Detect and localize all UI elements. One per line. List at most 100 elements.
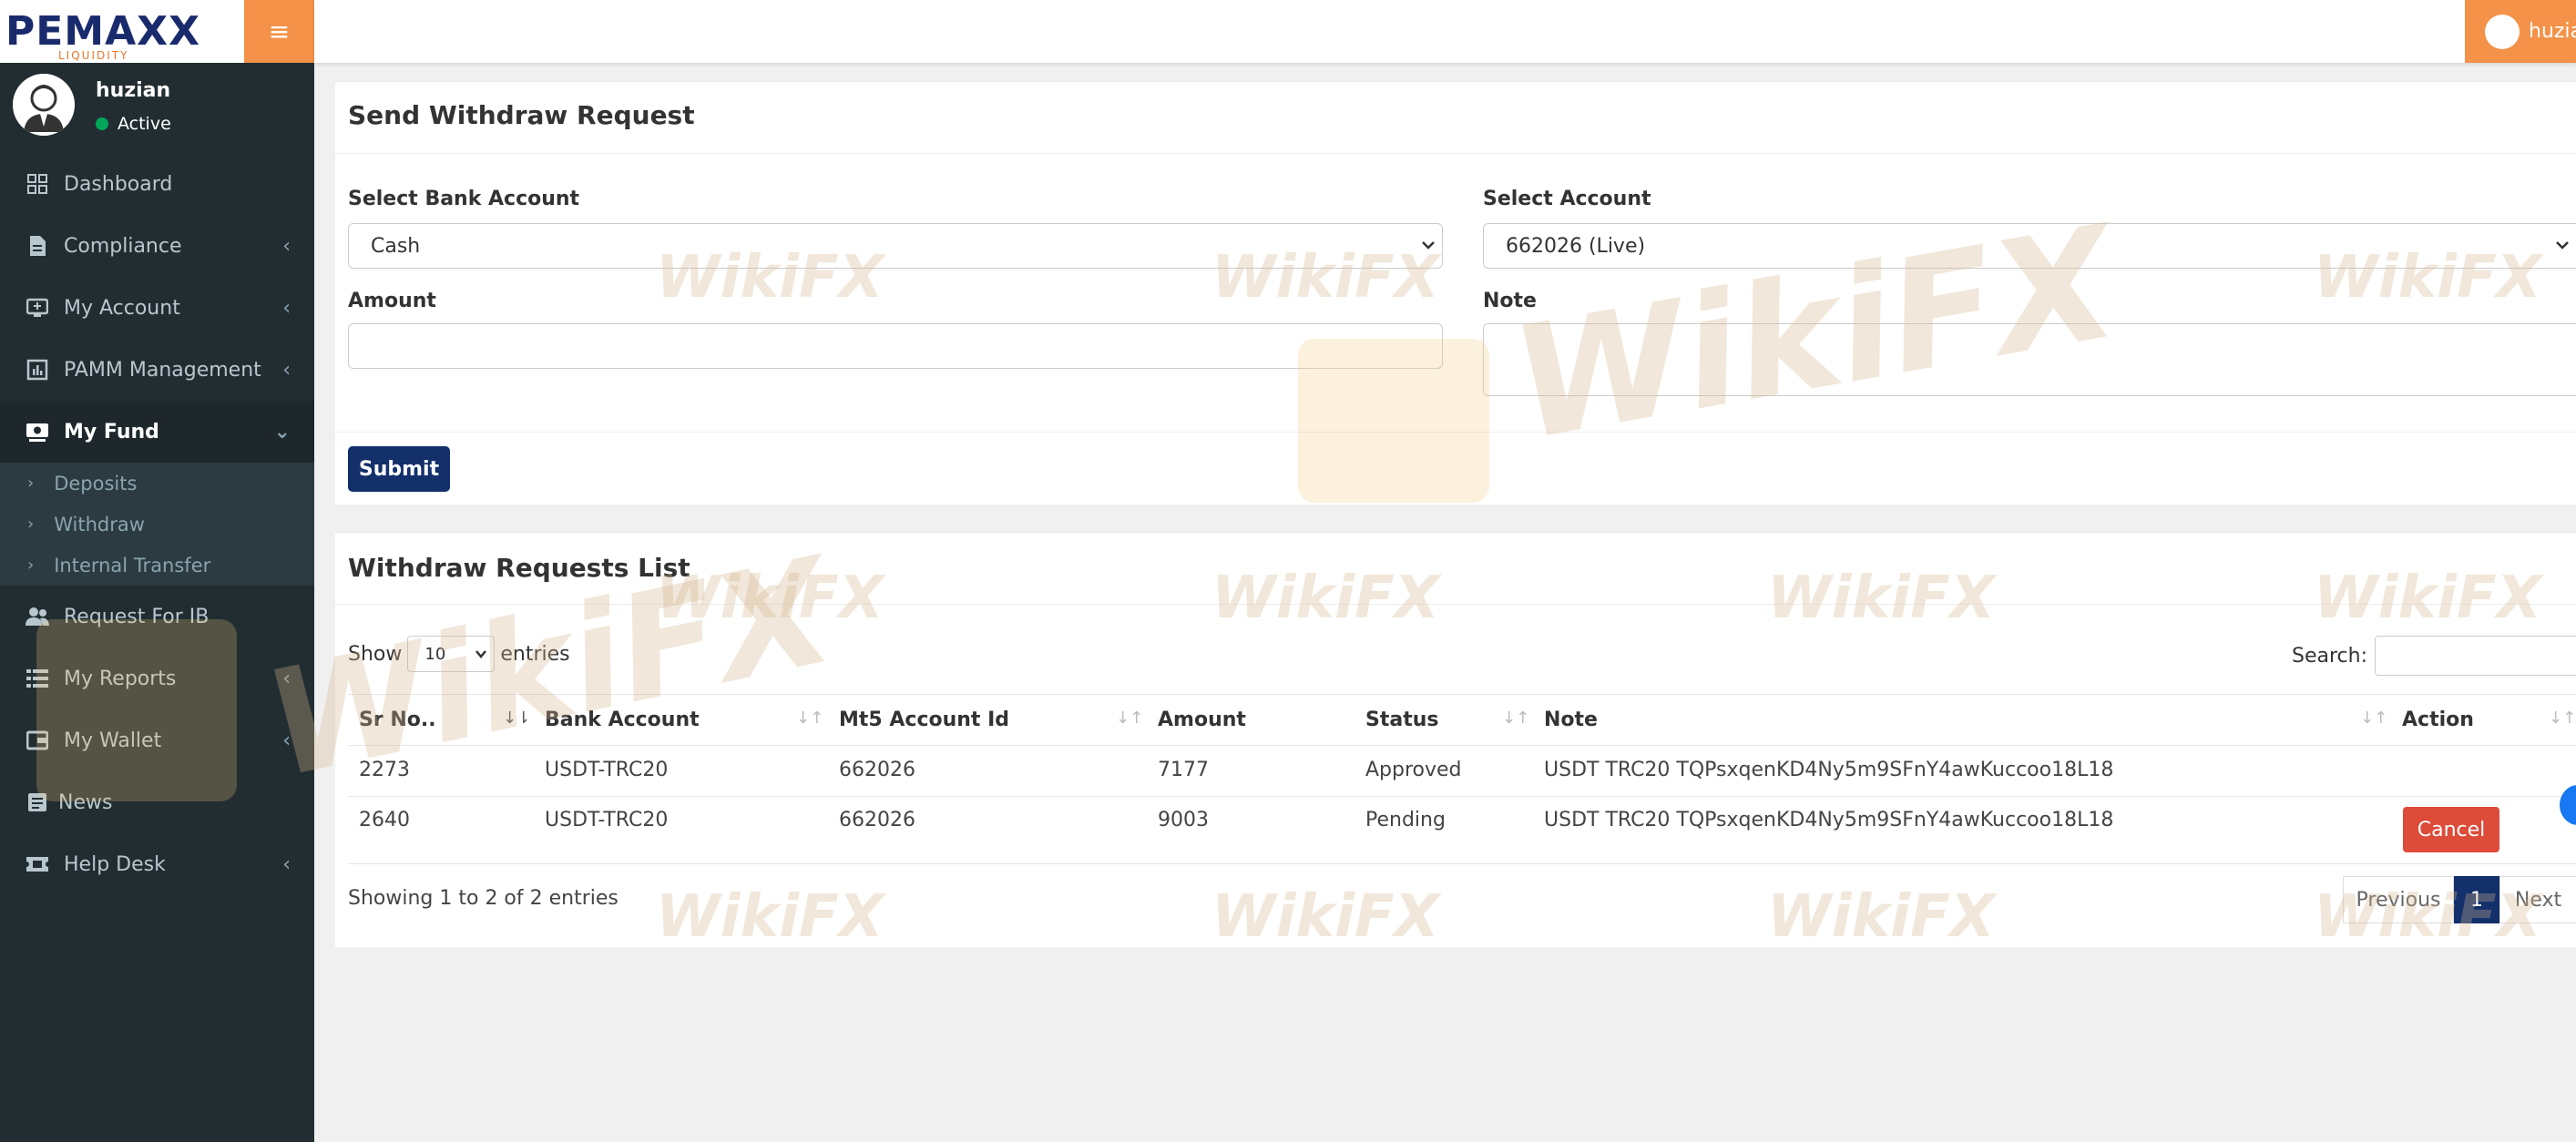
page-1-button[interactable]: 1: [2454, 876, 2499, 923]
box-divider: [335, 432, 2576, 433]
sidebar-item-label: PAMM Management: [64, 358, 261, 382]
sidebar-item-news[interactable]: News: [0, 771, 314, 833]
chevron-left-icon: ‹: [282, 667, 291, 690]
chevron-down-icon: [475, 650, 487, 658]
chevron-right-icon: ›: [27, 515, 35, 534]
search-label: Search:: [2292, 644, 2367, 668]
user-avatar-icon: [2485, 14, 2520, 49]
sidebar-item-label: Help Desk: [64, 852, 166, 876]
column-header-mt5-account-id[interactable]: Mt5 Account Id: [839, 709, 1009, 731]
bank-account-label: Select Bank Account: [348, 188, 580, 210]
chart-icon: [26, 358, 49, 382]
sidebar-item-my-account[interactable]: My Account ‹: [0, 277, 314, 339]
list-title: Withdraw Requests List: [348, 553, 690, 583]
submenu-label: Withdraw: [54, 513, 145, 535]
user-status-label: Active: [118, 114, 171, 134]
sidebar-item-label: Request For IB: [64, 605, 210, 628]
note-textarea[interactable]: [1483, 323, 2576, 396]
top-user-name: huzia: [2529, 20, 2576, 43]
search-input[interactable]: [2375, 636, 2576, 676]
cell-sr-no: 2640: [359, 809, 410, 831]
chevron-right-icon: ›: [27, 556, 35, 575]
cancel-button[interactable]: Cancel: [2403, 807, 2499, 852]
entries-length-select[interactable]: 10: [407, 636, 496, 672]
list-icon: [26, 667, 49, 690]
box-divider: [335, 153, 2576, 154]
column-header-bank-account[interactable]: Bank Account: [545, 709, 700, 731]
dashboard-icon: [26, 172, 49, 196]
amount-input[interactable]: [348, 323, 1443, 369]
sidebar: PEMAXX LIQUIDITY ≡ huzian Active Dashboa…: [0, 0, 314, 1142]
sidebar-item-dashboard[interactable]: Dashboard: [0, 153, 314, 215]
brand-name: PEMAXX: [5, 8, 200, 55]
hamburger-icon: ≡: [268, 16, 291, 46]
fund-icon: [26, 420, 49, 444]
chevron-down-icon: ⌄: [273, 420, 291, 444]
menu-toggle-button[interactable]: ≡: [244, 0, 314, 63]
sidebar-item-request-for-ib[interactable]: Request For IB: [0, 586, 314, 647]
submenu-label: Internal Transfer: [54, 554, 211, 576]
sort-icon[interactable]: ↓↑: [2360, 709, 2387, 728]
users-icon: [26, 605, 49, 628]
cell-sr-no: 2273: [359, 759, 410, 781]
cell-bank-account: USDT-TRC20: [545, 809, 669, 831]
cell-status: Pending: [1365, 809, 1446, 831]
brand-logo[interactable]: PEMAXX LIQUIDITY: [0, 0, 244, 63]
entries-label: entries: [500, 642, 570, 666]
column-header-note[interactable]: Note: [1544, 709, 1598, 731]
table-info: Showing 1 to 2 of 2 entries: [348, 887, 618, 910]
sort-desc-icon[interactable]: ↓⇂: [503, 709, 530, 728]
next-page-button[interactable]: Next: [2499, 876, 2576, 923]
account-value: 662026 (Live): [1506, 234, 1646, 258]
sort-icon[interactable]: ↓↑: [1502, 709, 1529, 728]
cell-amount: 9003: [1158, 809, 1209, 831]
row-divider: [348, 796, 2576, 797]
sidebar-item-deposits[interactable]: › Deposits: [0, 463, 314, 504]
ticket-icon: [26, 852, 49, 876]
account-label: Select Account: [1483, 188, 1651, 210]
submit-button[interactable]: Submit: [348, 446, 450, 492]
sidebar-item-withdraw[interactable]: › Withdraw: [0, 504, 314, 545]
sort-icon[interactable]: ↓↑: [796, 709, 823, 728]
sidebar-item-label: My Fund: [64, 420, 159, 444]
withdraw-requests-list-box: Withdraw Requests List: [335, 532, 2576, 947]
column-header-status[interactable]: Status: [1365, 709, 1438, 731]
sort-icon[interactable]: ↓↑: [2549, 709, 2576, 728]
sidebar-item-label: My Reports: [64, 667, 177, 690]
my-fund-submenu: › Deposits › Withdraw › Internal Transfe…: [0, 463, 314, 586]
cell-status: Approved: [1365, 759, 1462, 781]
sort-icon[interactable]: ↓↑: [1116, 709, 1143, 728]
account-select[interactable]: 662026 (Live): [1483, 223, 2576, 269]
wallet-icon: [26, 729, 49, 752]
column-header-amount[interactable]: Amount: [1158, 709, 1246, 731]
bank-account-select[interactable]: Cash: [348, 223, 1443, 269]
table-length-control: Show 10 entries: [348, 636, 570, 672]
amount-label: Amount: [348, 290, 436, 312]
sidebar-item-my-reports[interactable]: My Reports ‹: [0, 647, 314, 709]
sidebar-item-my-wallet[interactable]: My Wallet ‹: [0, 709, 314, 771]
sidebar-item-compliance[interactable]: Compliance ‹: [0, 215, 314, 277]
sidebar-item-my-fund[interactable]: My Fund ⌄: [0, 401, 314, 463]
brand-subtitle: LIQUIDITY: [58, 49, 129, 62]
chevron-left-icon: ‹: [282, 234, 291, 258]
box-divider: [335, 604, 2576, 605]
user-status: Active: [96, 114, 171, 134]
sidebar-item-label: Dashboard: [64, 172, 173, 196]
user-menu-button[interactable]: huzia: [2465, 0, 2576, 63]
column-header-sr-no[interactable]: Sr No..: [359, 709, 436, 731]
sidebar-item-help-desk[interactable]: Help Desk ‹: [0, 833, 314, 895]
sidebar-item-pamm-management[interactable]: PAMM Management ‹: [0, 339, 314, 401]
bank-account-value: Cash: [371, 234, 421, 258]
chevron-left-icon: ‹: [282, 729, 291, 752]
sidebar-item-label: News: [58, 790, 113, 814]
chevron-down-icon: [2556, 241, 2569, 250]
previous-page-button[interactable]: Previous: [2343, 876, 2454, 923]
entries-length-value: 10: [424, 644, 446, 664]
chevron-left-icon: ‹: [282, 358, 291, 382]
news-icon: [26, 790, 49, 814]
cell-mt5-account-id: 662026: [839, 809, 915, 831]
sidebar-item-internal-transfer[interactable]: › Internal Transfer: [0, 545, 314, 586]
sidebar-item-label: My Account: [64, 296, 180, 320]
avatar: [13, 74, 75, 136]
column-header-action[interactable]: Action: [2402, 709, 2474, 731]
